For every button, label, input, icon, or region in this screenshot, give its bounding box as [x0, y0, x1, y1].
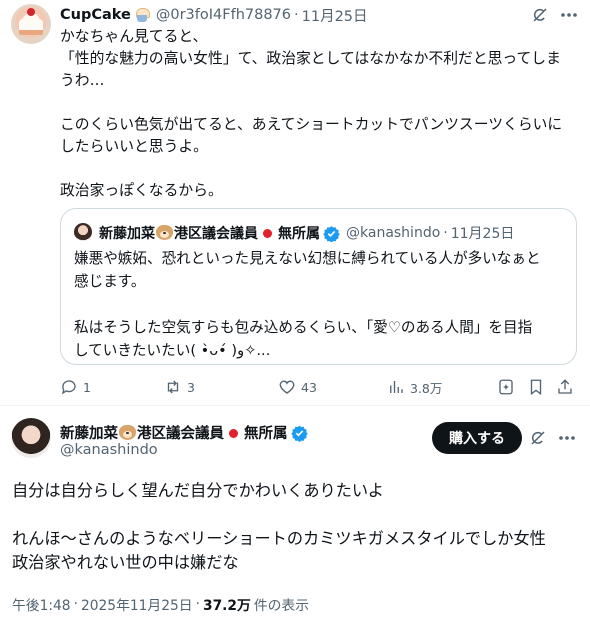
quoted-handle: @kanashindo: [346, 225, 441, 241]
views-chart-icon: [390, 381, 403, 393]
user-handle[interactable]: @kanashindo: [60, 442, 158, 458]
japan-flag-icon: [263, 229, 272, 238]
dog-emoji-icon: [156, 225, 173, 240]
reply-button[interactable]: 1: [60, 376, 91, 398]
grok-icon[interactable]: [528, 428, 548, 448]
cupcake-emoji-icon: [134, 8, 150, 22]
main-tweet-text: 自分は自分らしく望んだ自分でかわいくありたいよ れんほ〜さんのようなベリーショー…: [12, 479, 578, 575]
quoted-header: 新藤加菜 港区議会議員 無所属 @kanashindo · 11月25日: [99, 223, 514, 243]
repost-icon: [167, 380, 179, 394]
share-button[interactable]: [556, 376, 574, 398]
grok-analyze-button[interactable]: [497, 376, 515, 398]
display-name[interactable]: CupCake: [60, 7, 131, 23]
share-icon: [558, 379, 572, 394]
bookmark-button[interactable]: [527, 376, 545, 398]
separator-dot: ·: [195, 596, 200, 612]
heart-icon: [279, 380, 295, 394]
more-options-icon[interactable]: [558, 5, 580, 25]
text-line: 感じます。: [74, 273, 146, 290]
tweet-header: CupCake @0r3foI4Ffh78876 · 11月25日: [60, 5, 368, 25]
action-bar: 1 3 43 3.8万: [60, 376, 580, 398]
quoted-text: 嫌悪や嫉妬、恐れといった見えない幻想に縛られている人が多いなぁと 感じます。 私…: [74, 247, 569, 362]
main-tweet-header: 新藤加菜 港区議会議員 無所属: [60, 421, 308, 443]
bookmark-icon: [530, 379, 542, 396]
text-line: 「性的な魅力の高い女性」て、政治家としてはなかなか不利だと思ってしま: [60, 50, 561, 67]
quoted-tweet[interactable]: 新藤加菜 港区議会議員 無所属 @kanashindo · 11月25日 嫌悪や嫉妬…: [60, 208, 577, 365]
tweet-text: かなちゃん見てると、 「性的な魅力の高い女性」て、政治家としてはなかなか不利だと…: [60, 26, 580, 202]
separator-dot: ·: [294, 7, 299, 23]
user-handle[interactable]: @0r3foI4Ffh78876: [156, 7, 291, 23]
display-name[interactable]: 新藤加菜 港区議会議員 無所属: [60, 422, 288, 443]
verified-badge-icon[interactable]: [290, 424, 308, 442]
text-line: このくらい色気が出てると、あえてショートカットでパンツスーツくらいに: [60, 116, 563, 133]
dog-emoji-icon: [119, 424, 136, 440]
separator-dot: ·: [443, 225, 448, 241]
quoting-tweet[interactable]: CupCake @0r3foI4Ffh78876 · 11月25日 かなちゃん見…: [0, 0, 590, 412]
text-line: 私はそうした空気すらも包み込めるくらい、「愛♡のある人間」を目指: [74, 319, 533, 336]
avatar[interactable]: [11, 418, 51, 458]
tweet-meta: 午後1:48 · 2025年11月25日 · 37.2万 件の表示: [12, 594, 309, 614]
views-button[interactable]: 3.8万: [387, 376, 442, 398]
grok-icon[interactable]: [530, 5, 550, 25]
verified-badge-icon: [323, 225, 340, 242]
text-line: れんほ〜さんのようなベリーショートのカミツキガメスタイルでしか女性: [12, 529, 546, 548]
text-line: うわ…: [60, 72, 105, 89]
grok-analyze-icon: [499, 379, 513, 395]
like-button[interactable]: 43: [278, 376, 317, 398]
cupcake-body: [19, 19, 43, 35]
text-line: したらいいと思うよ。: [60, 138, 208, 155]
text-line: 政治家っぽくなるから。: [60, 182, 223, 199]
separator-dot: ·: [73, 596, 78, 612]
views-count: 3.8万: [410, 380, 443, 396]
like-count: 43: [301, 379, 317, 395]
tweet-date[interactable]: 2025年11月25日: [81, 594, 193, 614]
tweet-date[interactable]: 11月25日: [302, 5, 368, 26]
japan-flag-icon: [229, 428, 238, 438]
buy-button[interactable]: 購入する: [432, 422, 522, 454]
text-line: していきたいたい( •̀ᴗ•́ )و✧...: [74, 342, 271, 359]
quoted-display-name: 新藤加菜 港区議会議員 無所属: [99, 225, 320, 242]
views-count: 37.2万: [202, 598, 251, 614]
repost-count: 3: [187, 379, 195, 395]
cupcake-cherry: [27, 8, 35, 16]
more-options-icon[interactable]: [556, 428, 578, 448]
avatar[interactable]: [11, 4, 51, 44]
reply-count: 1: [83, 379, 91, 395]
quoted-date: 11月25日: [450, 226, 515, 242]
text-line: かなちゃん見てると、: [60, 28, 208, 45]
divider: [0, 405, 590, 406]
text-line: 政治家やれない世の中は嫌だな: [12, 553, 239, 572]
repost-button[interactable]: 3: [164, 376, 195, 398]
quoted-avatar: [74, 223, 92, 241]
text-line: 嫌悪や嫉妬、恐れといった見えない幻想に縛られている人が多いなぁと: [74, 250, 541, 267]
views-label: 件の表示: [253, 598, 310, 614]
text-line: 自分は自分らしく望んだ自分でかわいくありたいよ: [12, 481, 384, 500]
reply-icon: [61, 380, 76, 395]
tweet-time[interactable]: 午後1:48: [12, 594, 71, 614]
